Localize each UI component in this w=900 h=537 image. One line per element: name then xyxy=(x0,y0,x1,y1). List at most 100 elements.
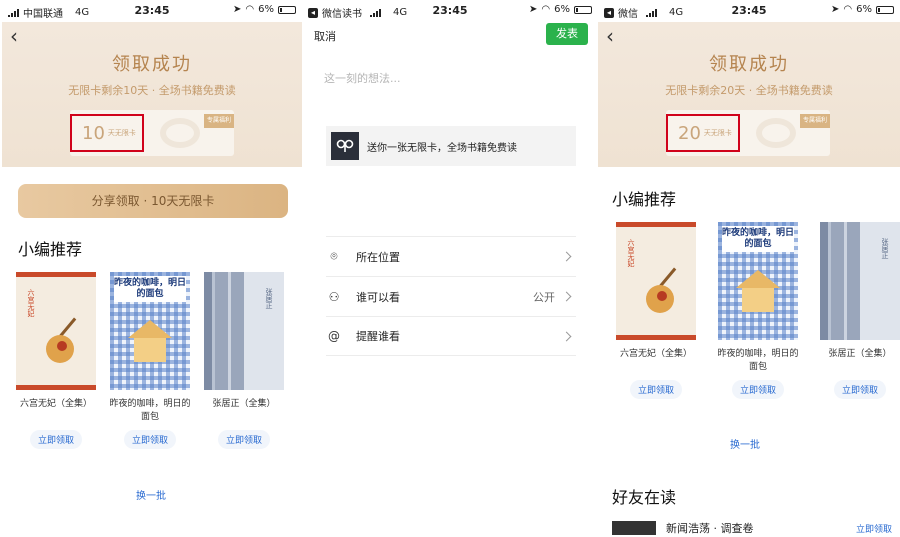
headphone-icon: ◠ xyxy=(541,4,551,15)
book-cover[interactable]: 昨夜的咖啡，明日的面包 xyxy=(110,272,190,390)
book-title: 昨夜的咖啡，明日的面包 xyxy=(717,349,799,372)
cover-title: 昨夜的咖啡，明日的面包 xyxy=(722,226,794,252)
book-title: 六宫无妃（全集） xyxy=(619,349,692,359)
chevron-right-icon xyxy=(561,291,572,302)
back-arrow-icon[interactable]: ‹ xyxy=(606,24,614,48)
book-cover[interactable]: 张居正 xyxy=(204,272,284,390)
book-title: 昨夜的咖啡，明日的面包 xyxy=(109,399,191,422)
location-status-icon: ➤ xyxy=(831,4,840,15)
cancel-button[interactable]: 取消 xyxy=(314,28,336,44)
book-item[interactable]: 张居正 张居正（全集） 立即领取 xyxy=(200,272,288,449)
shared-link-card[interactable]: 送你一张无限卡，全场书籍免费读 xyxy=(326,126,576,166)
page-title: 领取成功 xyxy=(112,54,192,75)
person-icon: ⚇ xyxy=(328,289,340,304)
headphone-icon: ◠ xyxy=(245,4,255,15)
toast-house-icon xyxy=(736,270,780,314)
pipa-icon xyxy=(646,285,674,313)
chevron-right-icon xyxy=(561,251,572,262)
option-location[interactable]: ⌾ 所在位置 xyxy=(326,236,576,276)
option-value: 公开 xyxy=(533,290,555,304)
claim-button[interactable]: 立即领取 xyxy=(833,380,886,399)
location-icon: ⌾ xyxy=(330,249,338,263)
book-cover[interactable]: 昨夜的咖啡，明日的面包 xyxy=(718,222,798,340)
cover-title: 张居正 xyxy=(881,238,889,259)
claim-button[interactable]: 立即领取 xyxy=(856,522,892,535)
battery-icon xyxy=(876,5,894,14)
screen-claim-success-10: 中国联通 4G 23:45 ➤ ◠ 6% ‹ 领取成功 无限卡剩余10天 · 全… xyxy=(2,0,302,537)
friend-book-title: 新闻浩荡 · 调查卷 xyxy=(666,522,754,535)
claim-button[interactable]: 立即领取 xyxy=(217,430,270,449)
option-visibility[interactable]: ⚇ 谁可以看 公开 xyxy=(326,276,576,316)
pipa-icon xyxy=(46,335,74,363)
book-cover[interactable]: 张居正 xyxy=(820,222,900,340)
page-subtitle: 无限卡剩余10天 · 全场书籍免费读 xyxy=(68,84,236,97)
card-days-highlight: 10 天无限卡 xyxy=(70,114,144,152)
section-title-recommend: 小编推荐 xyxy=(612,190,677,209)
card-days-number: 10 xyxy=(82,122,105,144)
unlimited-card: 专属福利 10 天无限卡 xyxy=(70,110,234,156)
book-item[interactable]: 六宫无妃 六宫无妃（全集） 立即领取 xyxy=(12,272,100,449)
friend-reading-item[interactable]: 新闻浩荡 · 调查卷 立即领取 xyxy=(612,519,892,537)
refresh-batch-link[interactable]: 换一批 xyxy=(136,487,166,502)
card-decoration xyxy=(756,118,796,148)
back-arrow-icon[interactable]: ‹ xyxy=(10,24,18,48)
screen-moments-post: ◂ 微信读书 4G 23:45 ➤ ◠ 6% 取消 发表 这一刻的想法... 送… xyxy=(302,0,598,537)
cover-title: 张居正 xyxy=(265,288,273,309)
battery-icon xyxy=(278,5,296,14)
book-cover[interactable]: 六宫无妃 xyxy=(16,272,96,390)
book-item[interactable]: 张居正 张居正（全集） 立即领取 xyxy=(816,222,900,399)
book-item[interactable]: 昨夜的咖啡，明日的面包 昨夜的咖啡，明日的面包 立即领取 xyxy=(714,222,802,399)
location-status-icon: ➤ xyxy=(233,4,242,15)
page-title: 领取成功 xyxy=(709,54,789,75)
friend-book-thumbnail xyxy=(612,521,656,535)
publish-button[interactable]: 发表 xyxy=(546,23,588,45)
battery-percent: 6% xyxy=(258,4,274,15)
card-days-unit: 天无限卡 xyxy=(703,129,732,137)
book-title: 张居正（全集） xyxy=(828,349,892,359)
option-label: 提醒谁看 xyxy=(356,330,400,343)
shared-link-text: 送你一张无限卡，全场书籍免费读 xyxy=(367,142,517,154)
share-claim-button[interactable]: 分享领取 · 10天无限卡 xyxy=(18,184,288,218)
unlimited-card: 专属福利 20 天无限卡 xyxy=(666,110,830,156)
status-bar: 中国联通 4G 23:45 ➤ ◠ 6% xyxy=(2,0,302,22)
book-title: 六宫无妃（全集） xyxy=(19,399,92,409)
refresh-batch-link[interactable]: 换一批 xyxy=(730,436,760,451)
card-decoration xyxy=(160,118,200,148)
option-label: 谁可以看 xyxy=(356,290,400,304)
section-title-recommend: 小编推荐 xyxy=(18,240,83,259)
location-status-icon: ➤ xyxy=(529,4,538,15)
status-bar: ◂ 微信读书 4G 23:45 ➤ ◠ 6% xyxy=(302,0,598,22)
option-label: 所在位置 xyxy=(356,250,400,264)
battery-icon xyxy=(574,5,592,14)
claim-button[interactable]: 立即领取 xyxy=(29,430,82,449)
cover-title: 六宫无妃 xyxy=(27,289,35,317)
toast-house-icon xyxy=(128,320,172,364)
status-bar: ◂ 微信 4G 23:45 ➤ ◠ 6% xyxy=(598,0,900,22)
screen-claim-success-20: ◂ 微信 4G 23:45 ➤ ◠ 6% ‹ 领取成功 无限卡剩余20天 · 全… xyxy=(598,0,900,537)
card-days-highlight: 20 天无限卡 xyxy=(666,114,740,152)
compose-toolbar: 取消 发表 xyxy=(302,22,598,50)
success-header: ‹ 领取成功 无限卡剩余20天 · 全场书籍免费读 专属福利 20 天无限卡 xyxy=(598,22,900,167)
battery-percent: 6% xyxy=(554,4,570,15)
card-corner-badge: 专属福利 xyxy=(800,114,830,128)
success-header: ‹ 领取成功 无限卡剩余10天 · 全场书籍免费读 专属福利 10 天无限卡 xyxy=(2,22,302,167)
thought-input[interactable]: 这一刻的想法... xyxy=(324,70,401,86)
chevron-right-icon xyxy=(561,331,572,341)
battery-percent: 6% xyxy=(856,4,872,15)
claim-button[interactable]: 立即领取 xyxy=(629,380,682,399)
book-cover[interactable]: 六宫无妃 xyxy=(616,222,696,340)
claim-button[interactable]: 立即领取 xyxy=(123,430,176,449)
book-list: 六宫无妃 六宫无妃（全集） 立即领取 昨夜的咖啡，明日的面包 昨夜的咖啡，明日的… xyxy=(612,222,900,399)
book-item[interactable]: 昨夜的咖啡，明日的面包 昨夜的咖啡，明日的面包 立即领取 xyxy=(106,272,194,449)
section-title-friends-reading: 好友在读 xyxy=(612,488,677,507)
cover-title: 六宫无妃 xyxy=(627,239,635,267)
headphone-icon: ◠ xyxy=(843,4,853,15)
claim-button[interactable]: 立即领取 xyxy=(731,380,784,399)
book-list: 六宫无妃 六宫无妃（全集） 立即领取 昨夜的咖啡，明日的面包 昨夜的咖啡，明日的… xyxy=(12,272,288,449)
book-title: 张居正（全集） xyxy=(212,399,276,409)
option-mention[interactable]: @ 提醒谁看 xyxy=(326,316,576,356)
book-item[interactable]: 六宫无妃 六宫无妃（全集） 立即领取 xyxy=(612,222,700,399)
cover-title: 昨夜的咖啡，明日的面包 xyxy=(114,276,186,302)
card-corner-badge: 专属福利 xyxy=(204,114,234,128)
wechat-read-logo-icon xyxy=(331,132,359,160)
